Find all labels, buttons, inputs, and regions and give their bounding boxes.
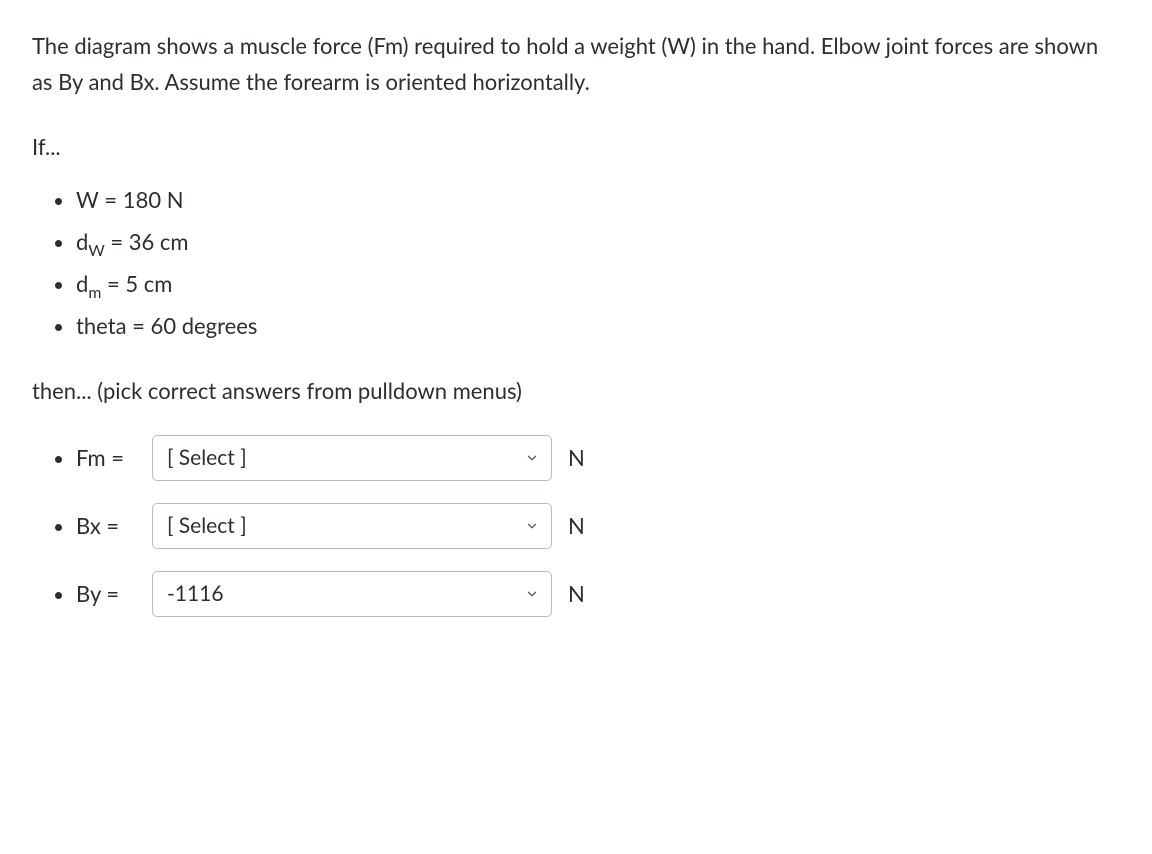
answer-item: Bx = [ Select ] N xyxy=(76,503,1120,549)
given-item: W = 180 N xyxy=(76,183,1120,221)
select-value: [ Select ] xyxy=(167,441,247,476)
select-bx[interactable]: [ Select ] xyxy=(152,503,552,549)
given-var: W xyxy=(76,186,99,213)
select-value: [ Select ] xyxy=(167,509,247,544)
given-sub: W xyxy=(88,241,104,260)
answer-unit: N xyxy=(568,576,585,612)
chevron-down-icon xyxy=(525,519,539,533)
answer-unit: N xyxy=(568,440,585,476)
select-fm[interactable]: [ Select ] xyxy=(152,435,552,481)
given-sub: m xyxy=(88,283,101,302)
select-value: -1116 xyxy=(167,577,224,612)
given-eq: = 5 cm xyxy=(101,270,172,297)
given-item: dW = 36 cm xyxy=(76,225,1120,263)
then-label: then... (pick correct answers from pulld… xyxy=(32,373,1120,409)
given-item: theta = 60 degrees xyxy=(76,309,1120,347)
chevron-down-icon xyxy=(525,451,539,465)
chevron-down-icon xyxy=(525,587,539,601)
select-by[interactable]: -1116 xyxy=(152,571,552,617)
answer-item: By = -1116 N xyxy=(76,571,1120,617)
given-eq: = 180 N xyxy=(99,186,184,213)
given-var: theta xyxy=(76,312,127,339)
given-var: d xyxy=(76,270,88,297)
problem-intro: The diagram shows a muscle force (Fm) re… xyxy=(32,28,1120,101)
answer-item: Fm = [ Select ] N xyxy=(76,435,1120,481)
answer-label-bx: Bx = xyxy=(76,508,142,544)
given-eq: = 36 cm xyxy=(105,228,189,255)
given-var: d xyxy=(76,228,88,255)
answer-label-fm: Fm = xyxy=(76,440,142,476)
if-label: If... xyxy=(32,129,1120,165)
answers-list: Fm = [ Select ] N Bx = [ Select ] N By = xyxy=(32,435,1120,617)
answer-unit: N xyxy=(568,508,585,544)
answer-label-by: By = xyxy=(76,576,142,612)
given-eq: = 60 degrees xyxy=(127,312,258,339)
given-list: W = 180 N dW = 36 cm dm = 5 cm theta = 6… xyxy=(32,183,1120,347)
given-item: dm = 5 cm xyxy=(76,267,1120,305)
